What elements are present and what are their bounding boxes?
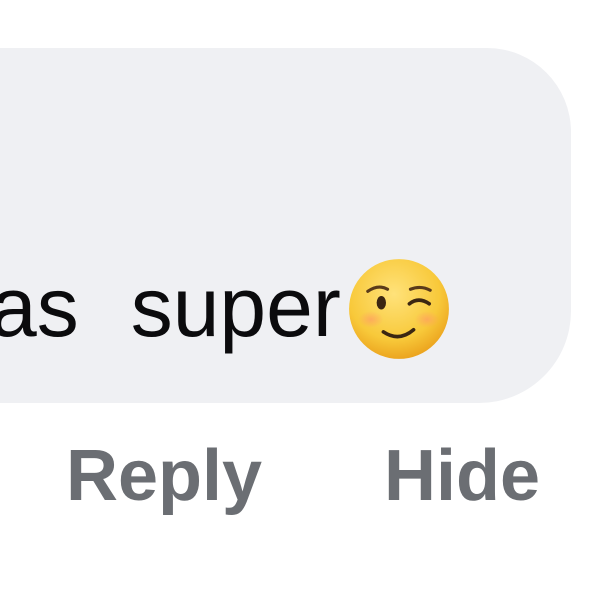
comment-text-word: super [130,260,341,354]
comment-view: as super Reply Hide [0,0,600,600]
reply-button[interactable]: Reply [66,440,262,512]
winking-face-icon [347,257,451,361]
comment-text-fragment: as [0,260,79,354]
comment-text: as super [0,252,451,362]
hide-button[interactable]: Hide [384,440,540,512]
